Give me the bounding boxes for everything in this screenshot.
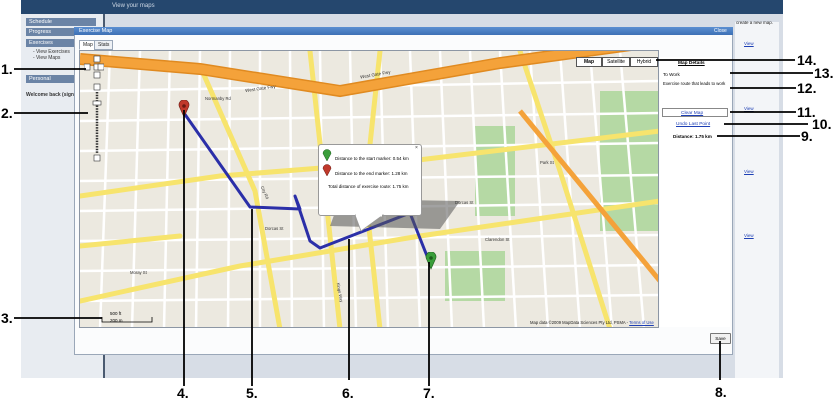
- annotation-lines: [14, 59, 813, 386]
- annotation-label-12: 12.: [797, 80, 817, 96]
- annotation-label-11: 11.: [797, 104, 816, 120]
- annotation-label-5: 5.: [246, 385, 258, 401]
- annotation-label-13: 13.: [814, 65, 834, 81]
- annotation-label-6: 6.: [342, 385, 354, 401]
- annotation-label-14: 14.: [797, 52, 817, 68]
- annotation-label-3: 3.: [1, 310, 13, 326]
- annotation-label-7: 7.: [423, 385, 435, 401]
- annotation-label-9: 9.: [801, 128, 813, 144]
- annotation-label-4: 4.: [177, 385, 189, 401]
- annotation-label-8: 8.: [715, 384, 727, 400]
- annotation-label-1: 1.: [1, 61, 13, 77]
- annotation-label-2: 2.: [1, 105, 13, 121]
